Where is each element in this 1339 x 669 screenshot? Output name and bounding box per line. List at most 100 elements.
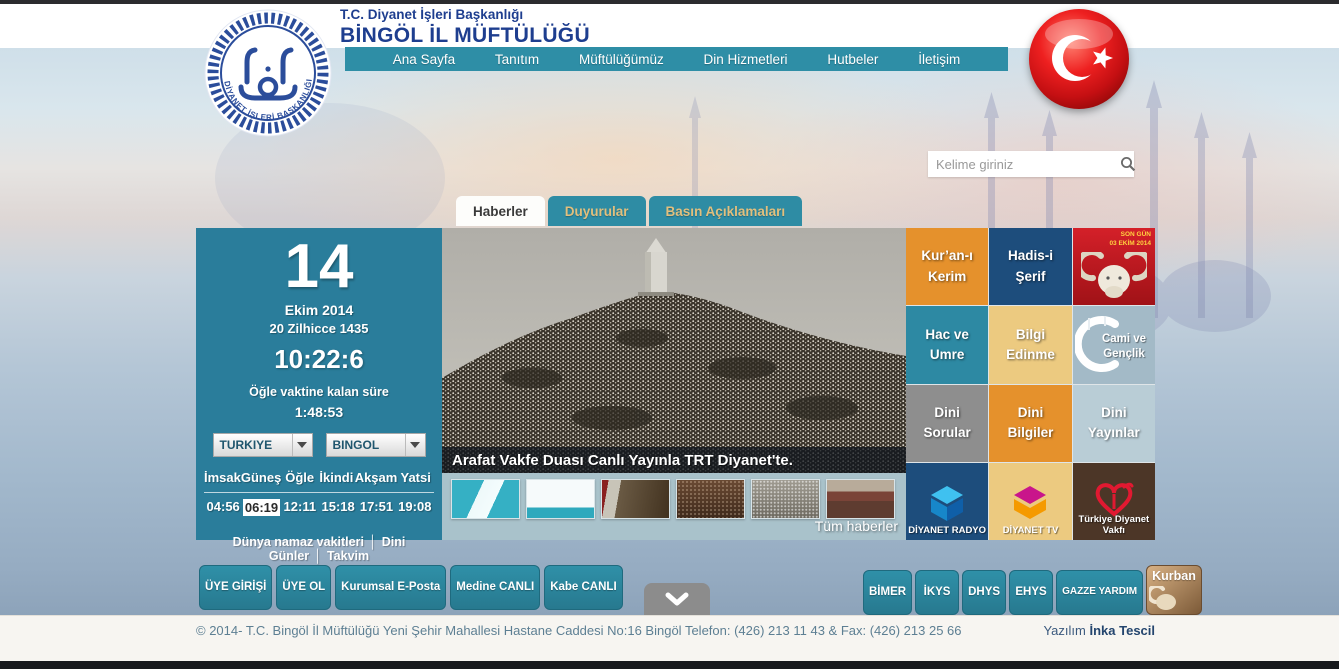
- slider-caption[interactable]: Arafat Vakfe Duası Canlı Yayınla TRT Diy…: [442, 447, 906, 473]
- prayer-name-col: Yatsi: [397, 469, 434, 487]
- prayer-link-2[interactable]: Takvim: [327, 549, 369, 563]
- prayer-times-table: İmsakGüneşÖğleİkindiAkşamYatsi 04:5606:1…: [204, 469, 434, 517]
- prayer-time: 17:51: [360, 499, 393, 514]
- service-tiles: Kur’an-ı KerimHadis-i Şerif SON GÜN03 EK…: [906, 228, 1155, 540]
- quick-link-label: DHYS: [968, 585, 1000, 599]
- genc-gel-panel-poster-thumbnail[interactable]: [526, 479, 595, 519]
- tile-label: Hadis-i Şerif: [989, 246, 1071, 287]
- toplanti-salonu-foto-thumbnail[interactable]: [826, 479, 895, 519]
- header-band: [0, 4, 1339, 48]
- quick-link-label: ÜYE GİRİŞİ: [205, 580, 266, 594]
- credit-vendor-link[interactable]: İnka Tescil: [1089, 623, 1155, 638]
- nav-item-0[interactable]: Ana Sayfa: [393, 52, 455, 67]
- quick-link-kurumsal-e-posta[interactable]: Kurumsal E-Posta: [335, 565, 446, 610]
- quick-link-kurban[interactable]: Kurban: [1146, 565, 1202, 615]
- prayer-time-col: 04:56: [204, 493, 242, 517]
- date-month-year: Ekim 2014: [196, 302, 442, 318]
- news-slider: Arafat Vakfe Duası Canlı Yayınla TRT Diy…: [442, 228, 906, 540]
- quick-link-bi-mer[interactable]: BİMER: [863, 570, 912, 615]
- quick-link-ehys[interactable]: EHYS: [1009, 570, 1053, 615]
- scroll-down-button[interactable]: [644, 583, 710, 615]
- page-title: BİNGÖL İL MÜFTÜLÜĞÜ: [340, 23, 590, 49]
- quick-link-label: Kabe CANLI: [550, 580, 616, 594]
- tab-0[interactable]: Haberler: [456, 196, 545, 226]
- tile-label: Dini Sorular: [906, 403, 988, 444]
- prayer-name: Yatsi: [400, 470, 430, 485]
- quick-link-medine-canli[interactable]: Medine CANLI: [450, 565, 540, 610]
- chevron-down-icon[interactable]: [292, 434, 312, 456]
- quick-link-i-kys[interactable]: İKYS: [915, 570, 959, 615]
- tile-kur-an-kerim[interactable]: Kur’an-ı Kerim: [906, 228, 988, 305]
- nav-item-3[interactable]: Din Hizmetleri: [704, 52, 788, 67]
- country-select-value: TURKIYE: [214, 438, 292, 452]
- nav-item-4[interactable]: Hutbeler: [827, 52, 878, 67]
- tile-dini-sorular[interactable]: Dini Sorular: [906, 385, 988, 462]
- tab-1[interactable]: Duyurular: [548, 196, 646, 226]
- prayer-links: Dünya namaz vakitleri│Dini Günler│Takvim: [196, 535, 442, 563]
- tile-label: Hac ve Umre: [906, 325, 988, 366]
- prayer-name: Akşam: [355, 470, 398, 485]
- prayer-name-col: Öğle: [281, 469, 318, 487]
- prayer-time: 12:11: [284, 499, 317, 514]
- countdown-label: Öğle vaktine kalan süre: [196, 385, 442, 399]
- slider-photo-arafat[interactable]: [442, 228, 906, 473]
- quick-link-gazze-yardim[interactable]: GAZZE YARDIM: [1056, 570, 1143, 615]
- campaign-deadline-badge: SON GÜN03 EKİM 2014: [1109, 231, 1151, 249]
- tile-label: Cami ve Gençlik: [1096, 332, 1152, 362]
- tile-hadis-i-erif[interactable]: Hadis-i Şerif: [989, 228, 1071, 305]
- countdown-value: 1:48:53: [196, 404, 442, 420]
- tile-di-yanet-radyo[interactable]: DİYANET RADYO: [906, 463, 988, 540]
- site-titles: T.C. Diyanet İşleri Başkanlığı BİNGÖL İL…: [340, 7, 590, 49]
- tile-cami-ve-gen-lik[interactable]: Cami ve Gençlik: [1073, 306, 1155, 383]
- tile-hac-ve-umre[interactable]: Hac ve Umre: [906, 306, 988, 383]
- chevron-down-icon[interactable]: [405, 434, 425, 456]
- footer: [0, 615, 1339, 661]
- quick-link--ye-gi-ri-i-[interactable]: ÜYE GİRİŞİ: [199, 565, 272, 610]
- prayer-time: 04:56: [207, 499, 240, 514]
- nav-item-1[interactable]: Tanıtım: [495, 52, 539, 67]
- tile-ram-ad[interactable]: SON GÜN03 EKİM 2014: [1073, 228, 1155, 305]
- turkish-flag-button[interactable]: [1026, 6, 1132, 112]
- search-icon[interactable]: [1120, 151, 1136, 177]
- page: DİYANET İŞLERİ BAŞKANLIĞI T.C. Diyanet İ…: [0, 0, 1339, 669]
- country-select[interactable]: TURKIYE: [213, 433, 313, 457]
- tile-di-yanet-tv[interactable]: DİYANET TV: [989, 463, 1071, 540]
- quick-link-label: ÜYE OL: [282, 580, 325, 594]
- tile-label: DİYANET TV: [989, 525, 1071, 536]
- prayer-time: 19:08: [398, 499, 431, 514]
- city-select[interactable]: BINGOL: [326, 433, 426, 457]
- badge-line: 03 EKİM 2014: [1109, 240, 1151, 249]
- quick-link-dhys[interactable]: DHYS: [962, 570, 1006, 615]
- prayer-link-0[interactable]: Dünya namaz vakitleri: [233, 535, 364, 549]
- quick-link-label: Kurban: [1152, 569, 1196, 585]
- prayer-time: 15:18: [322, 499, 355, 514]
- content-tabs: HaberlerDuyurularBasın Açıklamaları: [456, 196, 802, 226]
- prayer-time-col: 15:18: [319, 493, 357, 517]
- date-hijri: 20 Zilhicce 1435: [196, 321, 442, 336]
- quick-link-kabe-canli[interactable]: Kabe CANLI: [544, 565, 622, 610]
- nav-item-5[interactable]: İletişim: [918, 52, 960, 67]
- prayer-name-col: Güneş: [241, 469, 281, 487]
- nav-item-2[interactable]: Müftülüğümüz: [579, 52, 664, 67]
- muftu-makam-foto-thumbnail[interactable]: [601, 479, 670, 519]
- tdv-burs-poster-thumbnail[interactable]: [451, 479, 520, 519]
- bottom-bar: [0, 661, 1339, 669]
- divider: │: [369, 535, 377, 549]
- prayer-time-col: 12:11: [281, 493, 319, 517]
- tile-bilgi-edinme[interactable]: Bilgi Edinme: [989, 306, 1071, 383]
- all-news-link[interactable]: Tüm haberler: [815, 518, 898, 534]
- search-input[interactable]: [928, 157, 1120, 172]
- tile-t-rkiye-diyanet-vakf-[interactable]: Türkiye Diyanet Vakfı: [1073, 463, 1155, 540]
- arafat-tepe-foto-thumbnail[interactable]: [751, 479, 820, 519]
- quick-links-right: BİMERİKYS DHYS EHYSGAZZE YARDIM Kurban: [863, 565, 1202, 615]
- agency-title: T.C. Diyanet İşleri Başkanlığı: [340, 7, 590, 23]
- quick-link-label: Kurumsal E-Posta: [341, 580, 440, 594]
- tab-2[interactable]: Basın Açıklamaları: [649, 196, 803, 226]
- divider: │: [314, 549, 322, 563]
- cemaat-salon-foto-thumbnail[interactable]: [676, 479, 745, 519]
- diyanet-logo[interactable]: DİYANET İŞLERİ BAŞKANLIĞI: [203, 8, 333, 138]
- tile-dini-bilgiler[interactable]: Dini Bilgiler: [989, 385, 1071, 462]
- tile-dini-yay-nlar[interactable]: Dini Yayınlar: [1073, 385, 1155, 462]
- quick-link--ye-ol[interactable]: ÜYE OL: [276, 565, 331, 610]
- prayer-name-col: İkindi: [318, 469, 355, 487]
